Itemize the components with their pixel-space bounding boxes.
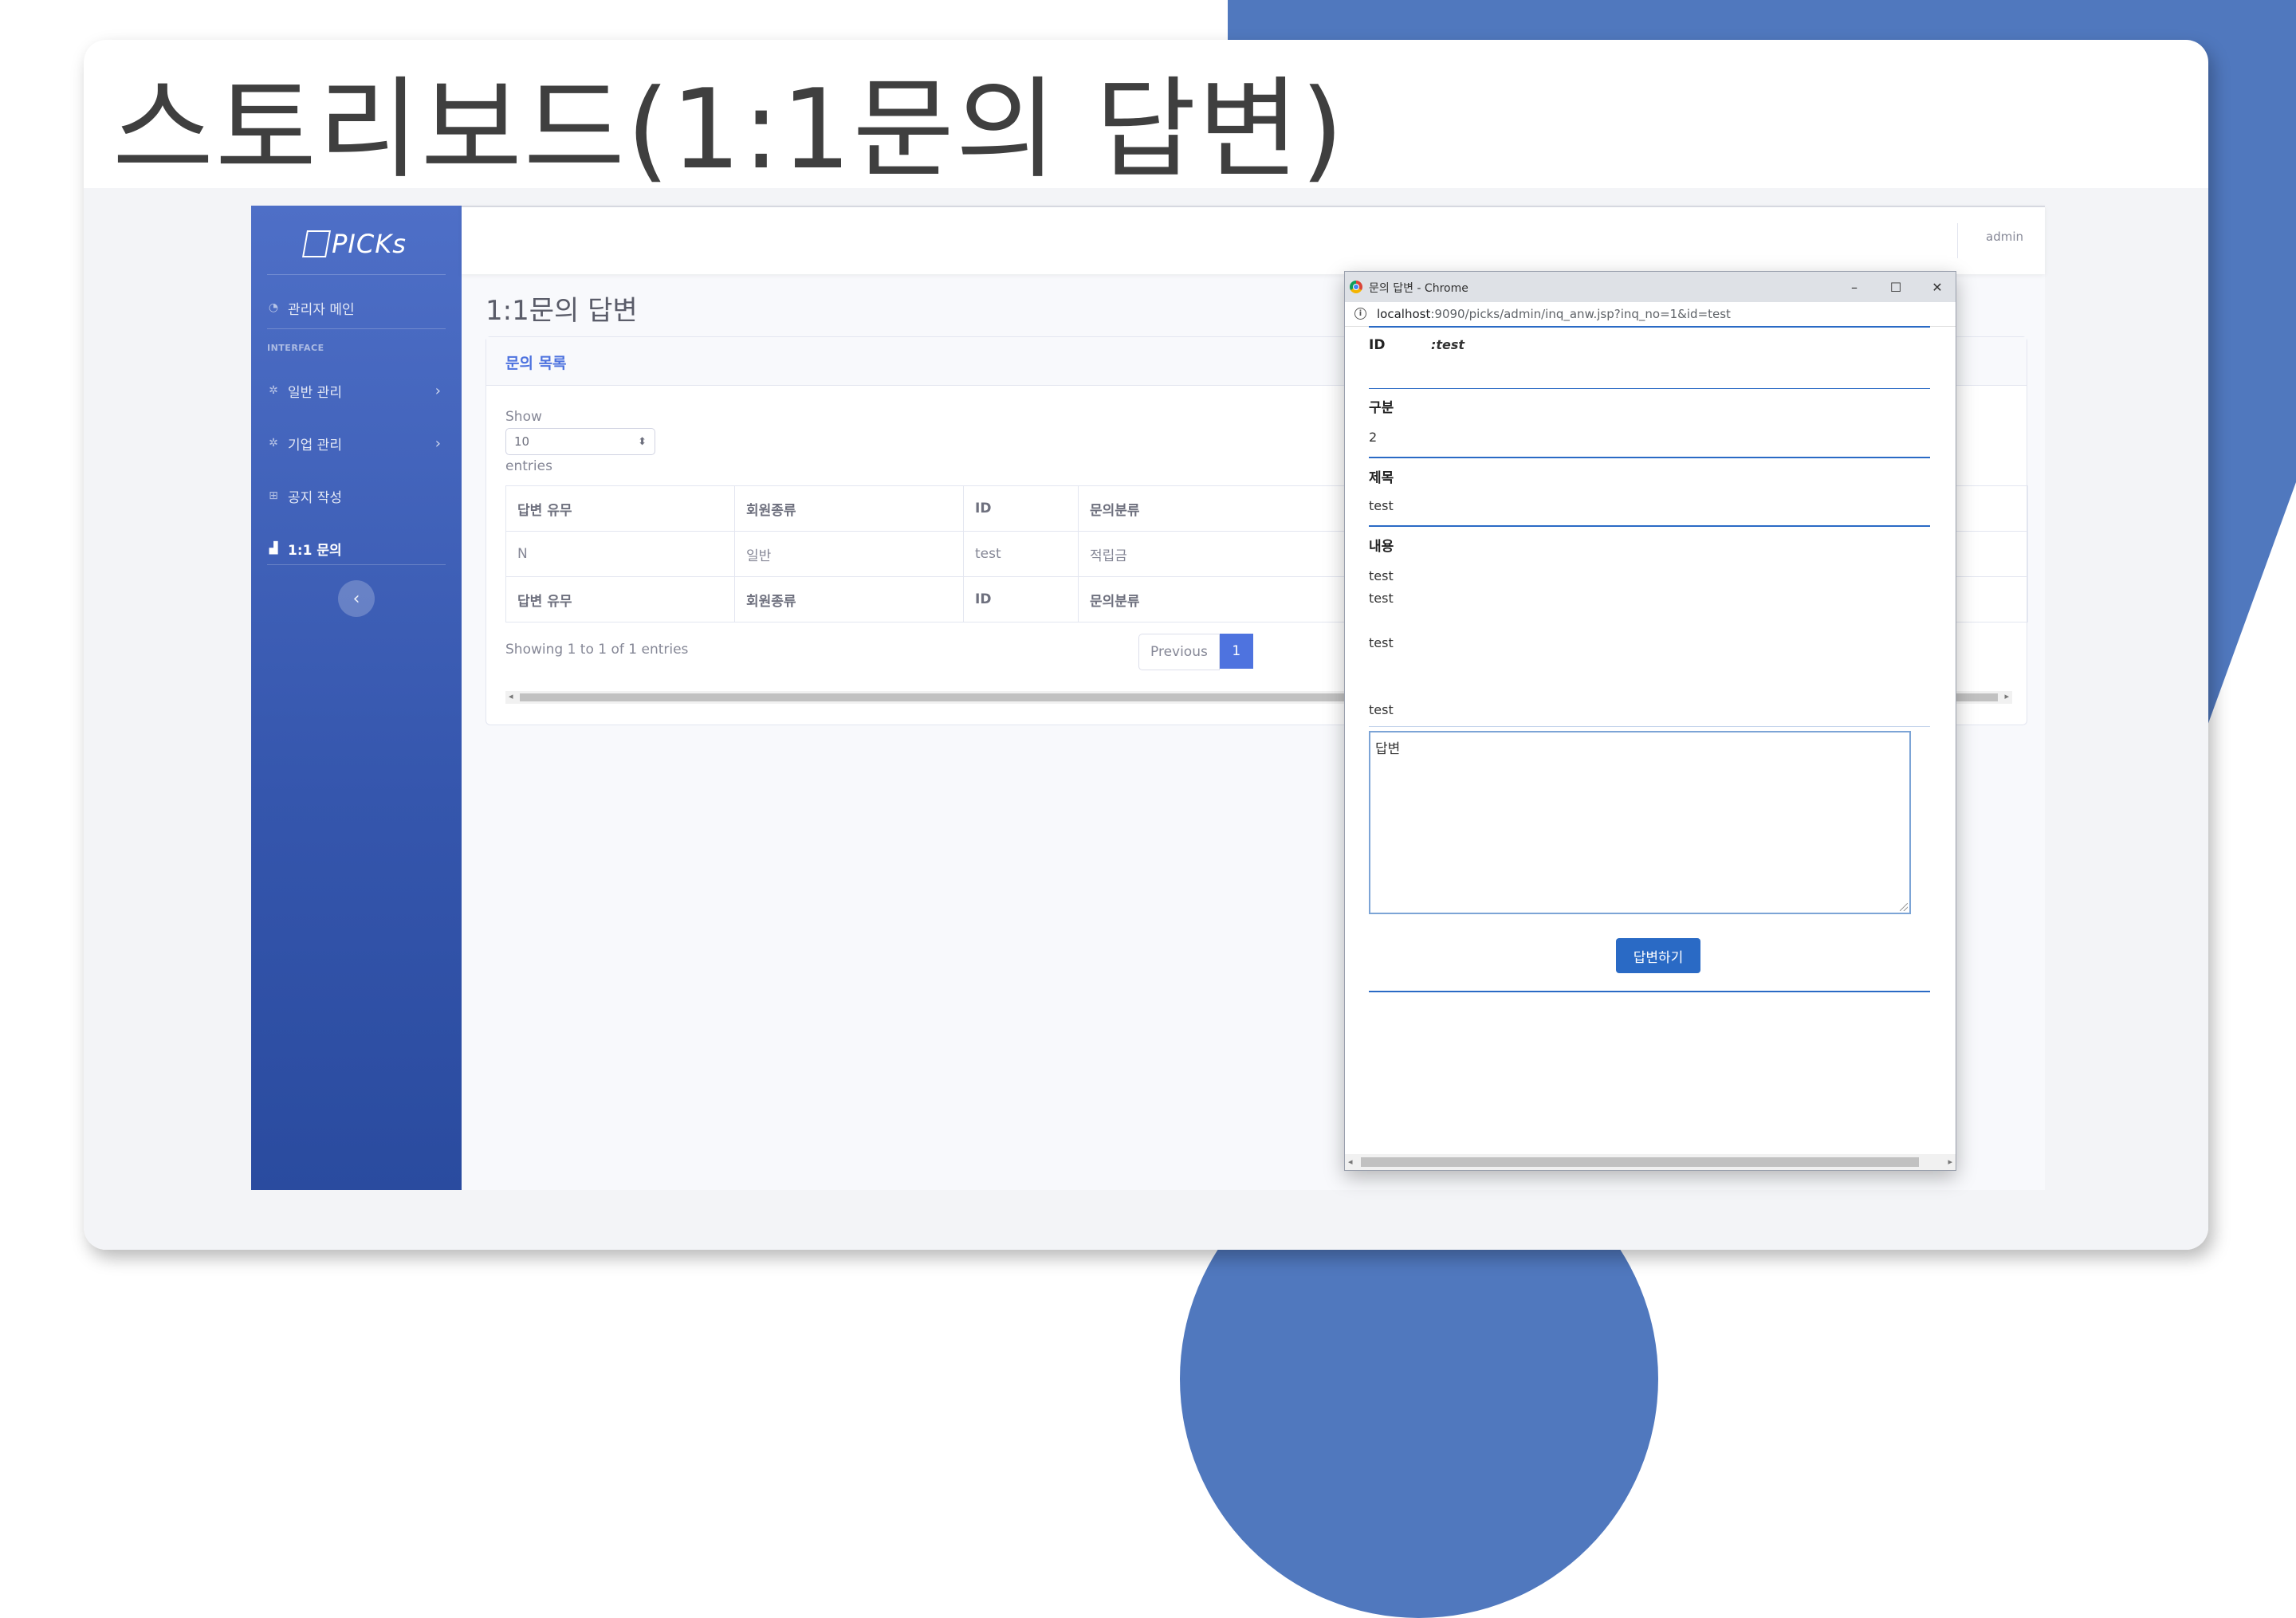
subject-value: test xyxy=(1369,498,1394,513)
window-titlebar[interactable]: 문의 답변 - Chrome – ☐ ✕ xyxy=(1345,272,1956,302)
page-1-button[interactable]: 1 xyxy=(1219,634,1253,669)
subject-label: 제목 xyxy=(1369,470,1394,486)
content-line: test xyxy=(1369,568,1394,583)
logo-box-icon xyxy=(302,230,332,257)
column-header[interactable]: 회원종류 xyxy=(734,485,964,532)
window-title: 문의 답변 - Chrome xyxy=(1369,282,1468,295)
column-header[interactable]: ID xyxy=(963,485,1079,532)
sidebar-item-label: 관리자 메인 xyxy=(288,301,355,318)
popup-horizontal-scrollbar[interactable]: ◂ ▸ xyxy=(1345,1154,1956,1170)
section-divider xyxy=(1369,525,1930,527)
chrome-icon xyxy=(1350,281,1362,293)
scrollbar-thumb[interactable] xyxy=(1361,1157,1919,1167)
answer-textarea[interactable]: 답변 xyxy=(1369,731,1911,914)
column-footer: ID xyxy=(963,576,1079,622)
scroll-right-icon[interactable]: ▸ xyxy=(1948,1157,1952,1167)
user-menu[interactable]: admin xyxy=(1986,230,2023,244)
slide-card: 스토리보드(1:1문의 답변) PICKs ◔ 관리자 메인 INTERFACE… xyxy=(84,40,2208,1250)
url-text: localhost:9090/picks/admin/inq_anw.jsp?i… xyxy=(1377,307,1731,321)
sidebar-heading: INTERFACE xyxy=(267,343,324,353)
sidebar-item-label: 공지 작성 xyxy=(288,489,342,506)
column-footer: 답변 유무 xyxy=(505,576,735,622)
section-divider xyxy=(1369,326,1930,328)
sidebar-item-inquiry[interactable]: ▟ 1:1 문의 xyxy=(267,531,446,566)
sidebar-toggle-button[interactable]: ‹ xyxy=(338,580,375,617)
sidebar-divider xyxy=(267,328,446,329)
category-label: 구분 xyxy=(1369,400,1394,416)
slide-title: 스토리보드(1:1문의 답변) xyxy=(112,65,1346,194)
entries-label: entries xyxy=(505,458,552,474)
card-title: 문의 목록 xyxy=(505,355,567,372)
sidebar-item-label: 일반 관리 xyxy=(288,384,342,401)
table-cell: test xyxy=(963,531,1079,577)
resize-grip-icon[interactable] xyxy=(1900,903,1908,911)
dashboard-icon: ◔ xyxy=(268,301,279,314)
content-line: test xyxy=(1369,591,1394,606)
topbar: admin xyxy=(462,206,2045,274)
sidebar-item-general[interactable]: ✲ 일반 관리 › xyxy=(267,373,446,408)
url-path: :9090/picks/admin/inq_anw.jsp?inq_no=1&i… xyxy=(1430,307,1731,321)
maximize-icon[interactable]: ☐ xyxy=(1877,275,1914,299)
section-divider xyxy=(1369,388,1930,389)
content-line: test xyxy=(1369,702,1394,717)
column-header[interactable]: 답변 유무 xyxy=(505,485,735,532)
brand-logo[interactable]: PICKs xyxy=(296,220,415,268)
sidebar-item-notice[interactable]: ⊞ 공지 작성 xyxy=(267,478,446,513)
close-icon[interactable]: ✕ xyxy=(1919,275,1956,299)
minimize-icon[interactable]: – xyxy=(1836,275,1873,299)
table-info: Showing 1 to 1 of 1 entries xyxy=(505,642,689,658)
sidebar-item-company[interactable]: ✲ 기업 관리 › xyxy=(267,426,446,461)
id-value: :test xyxy=(1431,337,1465,352)
popup-content: ID :test 구분 2 제목 test 내용 test test test … xyxy=(1345,326,1956,1170)
table-cell: N xyxy=(505,531,735,577)
content-line: test xyxy=(1369,635,1394,650)
select-value: 10 xyxy=(514,434,530,449)
sidebar-item-label: 기업 관리 xyxy=(288,437,342,454)
sidebar-item-label: 1:1 문의 xyxy=(288,542,342,559)
previous-page-button[interactable]: Previous xyxy=(1138,634,1220,670)
chevron-right-icon: › xyxy=(434,434,441,452)
category-value: 2 xyxy=(1369,430,1378,445)
gear-icon: ✲ xyxy=(269,384,278,397)
entries-length-select[interactable]: 10 ⬍ xyxy=(505,428,655,455)
show-label: Show xyxy=(505,409,542,425)
scroll-left-icon[interactable]: ◂ xyxy=(1348,1157,1353,1167)
info-icon[interactable]: i xyxy=(1354,308,1366,320)
sidebar: PICKs ◔ 관리자 메인 INTERFACE ✲ 일반 관리 › ✲ 기업 … xyxy=(251,206,462,1190)
url-host: localhost xyxy=(1377,307,1431,321)
chevron-left-icon: ‹ xyxy=(352,588,360,609)
sidebar-divider xyxy=(267,274,446,275)
topbar-divider xyxy=(1957,223,1958,258)
column-footer: 회원종류 xyxy=(734,576,964,622)
sidebar-item-admin-main[interactable]: ◔ 관리자 메인 xyxy=(267,290,446,325)
address-bar[interactable]: i localhost:9090/picks/admin/inq_anw.jsp… xyxy=(1345,302,1956,327)
scroll-right-icon[interactable]: ▸ xyxy=(2004,691,2009,701)
gear-icon: ✲ xyxy=(269,437,278,450)
section-divider xyxy=(1369,726,1930,727)
answer-popup-window: 문의 답변 - Chrome – ☐ ✕ i localhost:9090/pi… xyxy=(1344,271,1956,1171)
id-label: ID xyxy=(1369,337,1386,353)
pagination: Previous 1 xyxy=(1138,634,1253,670)
chevron-right-icon: › xyxy=(434,382,441,399)
scroll-left-icon[interactable]: ◂ xyxy=(509,691,513,701)
brand-name: PICKs xyxy=(332,229,407,259)
submit-answer-button[interactable]: 답변하기 xyxy=(1616,938,1700,973)
sort-arrows-icon: ⬍ xyxy=(638,435,647,448)
chart-icon: ▟ xyxy=(269,542,278,555)
content-label: 내용 xyxy=(1369,539,1394,555)
sidebar-divider xyxy=(267,564,446,565)
answer-placeholder: 답변 xyxy=(1375,741,1401,757)
page-title: 1:1문의 답변 xyxy=(486,295,638,327)
table-cell: 일반 xyxy=(734,531,964,577)
section-divider xyxy=(1369,991,1930,992)
table-icon: ⊞ xyxy=(269,489,278,502)
section-divider xyxy=(1369,457,1930,458)
